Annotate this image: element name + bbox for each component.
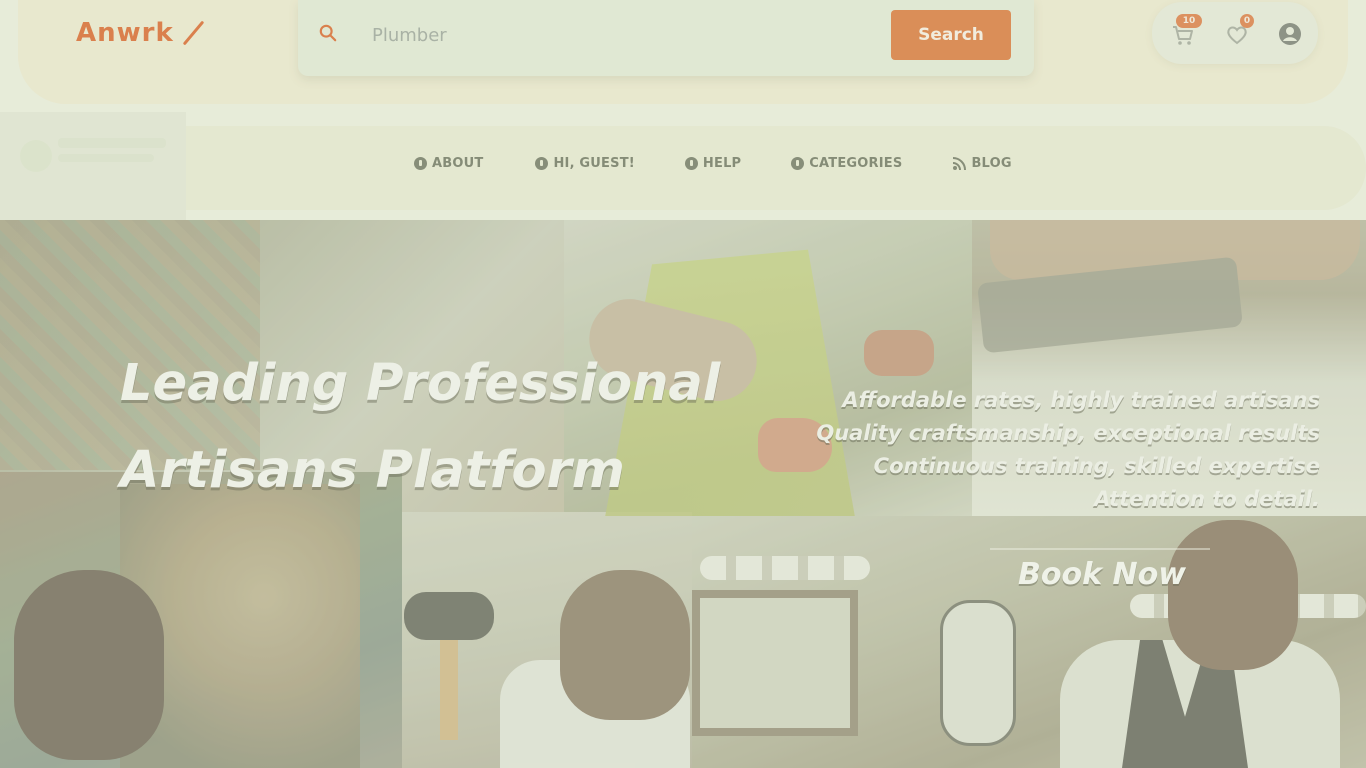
nav-label: BLOG (971, 156, 1012, 171)
search-input[interactable] (370, 20, 874, 50)
nav-label: CATEGORIES (809, 156, 903, 171)
nav-label: HELP (702, 156, 742, 171)
search-button[interactable]: Search (891, 10, 1011, 60)
slash-logo-mark (182, 20, 208, 46)
cart-button[interactable]: 10 (1170, 14, 1202, 48)
side-text-line (58, 154, 154, 162)
hero-benefit: Continuous training, skilled expertise (873, 454, 1320, 478)
side-avatar (20, 140, 52, 172)
search-icon[interactable] (319, 24, 337, 42)
nav-item-account[interactable]: HI, GUEST! (535, 156, 635, 171)
brand-name: Anwrk (76, 18, 174, 48)
hero-title-line: Artisans Platform (120, 441, 625, 500)
header-icons: 10 0 (1152, 2, 1318, 64)
cart-badge: 10 (1176, 14, 1202, 28)
wishlist-button[interactable]: 0 (1224, 14, 1254, 48)
hero-benefits: Affordable rates, highly trained artisan… (816, 384, 1320, 516)
nav-item-about[interactable]: ABOUT (414, 156, 483, 171)
help-icon (684, 157, 698, 170)
wishlist-badge: 0 (1240, 14, 1254, 28)
nav-item-help[interactable]: HELP (684, 156, 742, 171)
categories-icon (791, 157, 805, 170)
book-now-button[interactable]: Book Now (1010, 550, 1194, 598)
hero-title: Leading Professional Artisans Platform (120, 340, 740, 514)
nav-item-categories[interactable]: CATEGORIES (791, 156, 902, 171)
nav-item-blog[interactable]: BLOG (952, 156, 1012, 171)
nav-label: ABOUT (432, 156, 484, 171)
info-icon (414, 157, 427, 170)
side-text-line (58, 138, 166, 148)
blog-icon (953, 156, 967, 170)
nav-menu: ABOUT HI, GUEST! HELP CATEGORIES BLOG (414, 156, 1012, 171)
hero-banner: Leading Professional Artisans Platform A… (0, 220, 1366, 768)
user-icon (1279, 23, 1301, 45)
hero-benefit: Quality craftsmanship, exceptional resul… (816, 421, 1320, 445)
account-button[interactable] (1278, 22, 1304, 48)
hero-benefit: Attention to detail. (1094, 487, 1320, 511)
brand-logo[interactable]: Anwrk (76, 18, 208, 48)
hero-benefit: Affordable rates, highly trained artisan… (842, 388, 1320, 412)
hero-title-line: Leading Professional (120, 354, 721, 413)
search-bar: Search (298, 0, 1034, 76)
user-icon (535, 157, 549, 170)
nav-label: HI, GUEST! (553, 156, 635, 171)
